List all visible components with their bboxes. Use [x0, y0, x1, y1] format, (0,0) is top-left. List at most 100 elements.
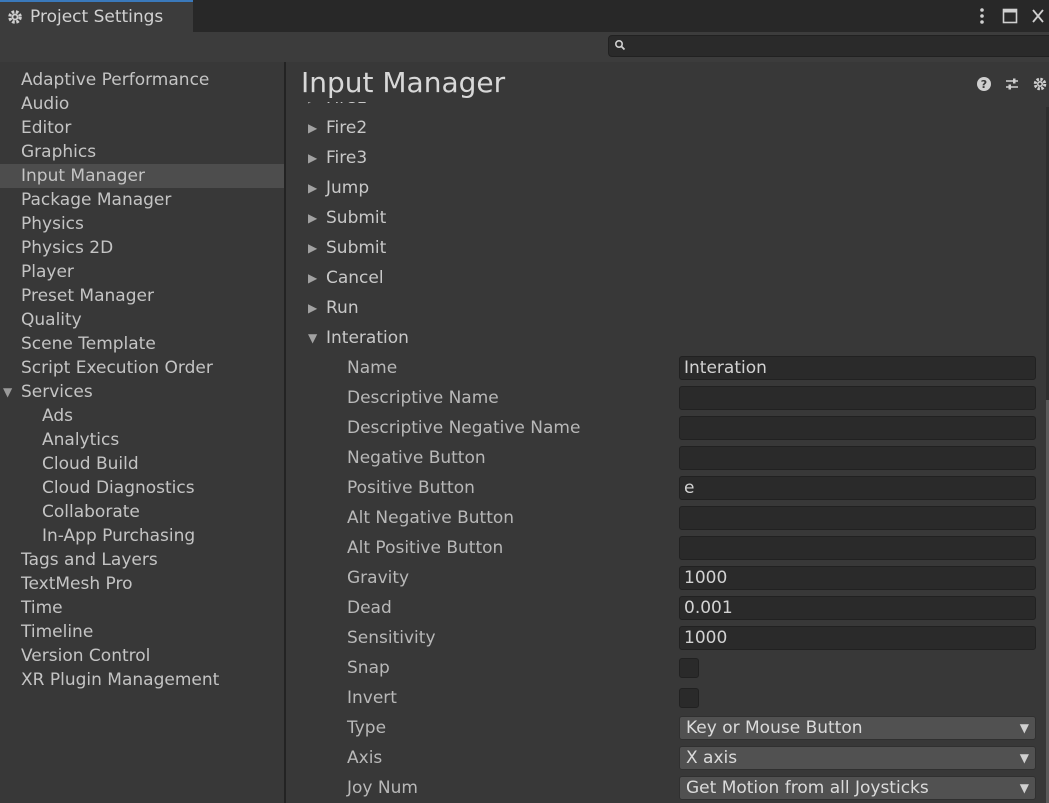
triangle-down-icon[interactable]: ▼: [308, 326, 317, 350]
sidebar-item-label: Script Execution Order: [21, 358, 213, 378]
sidebar-item-physics[interactable]: Physics: [0, 212, 284, 236]
sidebar-item-services[interactable]: ▼ Services: [0, 380, 284, 404]
axis-label: Run: [326, 298, 359, 318]
more-icon[interactable]: [973, 6, 991, 26]
axis-label: Submit: [326, 208, 387, 228]
sidebar-item-collaborate[interactable]: Collaborate: [0, 500, 284, 524]
sidebar-item-cloud-build[interactable]: Cloud Build: [0, 452, 284, 476]
sidebar-item-cloud-diagnostics[interactable]: Cloud Diagnostics: [0, 476, 284, 500]
sidebar-item-label: Tags and Layers: [21, 550, 158, 570]
triangle-right-icon[interactable]: ▶: [308, 236, 317, 260]
type-dropdown[interactable]: Key or Mouse Button ▼: [679, 716, 1036, 740]
axis-foldout[interactable]: ▶ Submit: [308, 236, 387, 260]
axis-label: Submit: [326, 238, 387, 258]
axis-foldout[interactable]: ▶ Fire3: [308, 146, 367, 170]
triangle-right-icon[interactable]: ▶: [308, 146, 317, 170]
negative-button-label: Negative Button: [347, 448, 486, 468]
sidebar-item-input-manager[interactable]: Input Manager: [0, 164, 284, 188]
type-value: Key or Mouse Button: [686, 718, 863, 738]
sidebar-item-version-control[interactable]: Version Control: [0, 644, 284, 668]
dead-label: Dead: [347, 598, 392, 618]
sidebar-item-timeline[interactable]: Timeline: [0, 620, 284, 644]
presets-icon[interactable]: [1003, 75, 1021, 93]
joy-num-value: Get Motion from all Joysticks: [686, 778, 929, 798]
sidebar-item-audio[interactable]: Audio: [0, 92, 284, 116]
triangle-right-icon[interactable]: ▶: [308, 206, 317, 230]
settings-icon[interactable]: [1031, 75, 1049, 93]
axis-label: Cancel: [326, 268, 384, 288]
sidebar-item-editor[interactable]: Editor: [0, 116, 284, 140]
positive-button-field[interactable]: e: [679, 476, 1036, 500]
sidebar-item-graphics[interactable]: Graphics: [0, 140, 284, 164]
triangle-right-icon[interactable]: ▶: [308, 296, 317, 320]
sidebar-item-adaptive-performance[interactable]: Adaptive Performance: [0, 68, 284, 92]
sidebar-item-in-app-purchasing[interactable]: In-App Purchasing: [0, 524, 284, 548]
joy-num-label: Joy Num: [347, 778, 418, 798]
sidebar-item-analytics[interactable]: Analytics: [0, 428, 284, 452]
sidebar-item-label: Time: [21, 598, 63, 618]
sidebar-item-label: Editor: [21, 118, 72, 138]
gravity-field[interactable]: 1000: [679, 566, 1036, 590]
name-field[interactable]: Interation: [679, 356, 1036, 380]
sidebar-item-xr-plugin-management[interactable]: XR Plugin Management: [0, 668, 284, 692]
sidebar-item-player[interactable]: Player: [0, 260, 284, 284]
sidebar-item-label: Physics 2D: [21, 238, 114, 258]
sidebar-item-label: Collaborate: [42, 502, 140, 522]
negative-button-field[interactable]: [679, 446, 1036, 470]
sidebar-item-label: Ads: [42, 406, 73, 426]
maximize-icon[interactable]: [1001, 6, 1019, 26]
sidebar-item-textmesh-pro[interactable]: TextMesh Pro: [0, 572, 284, 596]
dropdown-arrow-icon: ▼: [1019, 751, 1029, 765]
alt-negative-button-label: Alt Negative Button: [347, 508, 515, 528]
sidebar-item-label: Graphics: [21, 142, 97, 162]
foldout-arrow-icon[interactable]: ▼: [3, 380, 12, 404]
sidebar-item-package-manager[interactable]: Package Manager: [0, 188, 284, 212]
svg-text:?: ?: [981, 78, 987, 91]
search-field[interactable]: [608, 35, 1049, 57]
sidebar-item-script-execution-order[interactable]: Script Execution Order: [0, 356, 284, 380]
triangle-right-icon[interactable]: ▶: [308, 176, 317, 200]
project-settings-tab[interactable]: Project Settings: [0, 0, 193, 32]
sidebar-item-ads[interactable]: Ads: [0, 404, 284, 428]
sidebar-item-physics-2d[interactable]: Physics 2D: [0, 236, 284, 260]
sidebar-item-label: Adaptive Performance: [21, 70, 210, 90]
axis-foldout[interactable]: ▶ Jump: [308, 176, 369, 200]
sidebar-item-label: Player: [21, 262, 74, 282]
joy-num-dropdown[interactable]: Get Motion from all Joysticks ▼: [679, 776, 1036, 800]
axis-foldout[interactable]: ▶ Fire2: [308, 116, 367, 140]
title-bar: Project Settings: [0, 0, 1049, 32]
axis-foldout[interactable]: ▶ Submit: [308, 206, 387, 230]
snap-checkbox[interactable]: [679, 658, 699, 678]
sidebar-item-quality[interactable]: Quality: [0, 308, 284, 332]
sidebar-item-label: Package Manager: [21, 190, 172, 210]
axis-foldout[interactable]: ▶ Run: [308, 296, 359, 320]
axis-foldout[interactable]: ▶ Cancel: [308, 266, 384, 290]
sensitivity-label: Sensitivity: [347, 628, 436, 648]
sidebar-item-scene-template[interactable]: Scene Template: [0, 332, 284, 356]
header-icons: ?: [975, 75, 1049, 93]
dead-field[interactable]: 0.001: [679, 596, 1036, 620]
close-icon[interactable]: [1029, 6, 1047, 26]
sidebar-item-label: TextMesh Pro: [21, 574, 133, 594]
descriptive-negative-name-field[interactable]: [679, 416, 1036, 440]
descriptive-name-field[interactable]: [679, 386, 1036, 410]
settings-sidebar: Adaptive Performance Audio Editor Graphics I…: [0, 62, 284, 803]
triangle-right-icon[interactable]: ▶: [308, 266, 317, 290]
sensitivity-field[interactable]: 1000: [679, 626, 1036, 650]
axis-foldout[interactable]: ▼ Interation: [308, 326, 409, 350]
sidebar-item-preset-manager[interactable]: Preset Manager: [0, 284, 284, 308]
window-buttons: [973, 0, 1049, 32]
sidebar-item-label: XR Plugin Management: [21, 670, 220, 690]
invert-checkbox[interactable]: [679, 688, 699, 708]
help-icon[interactable]: ?: [975, 75, 993, 93]
sidebar-item-label: Timeline: [21, 622, 94, 642]
alt-positive-button-field[interactable]: [679, 536, 1036, 560]
sidebar-item-tags-and-layers[interactable]: Tags and Layers: [0, 548, 284, 572]
triangle-right-icon[interactable]: ▶: [308, 116, 317, 140]
sidebar-item-label: Services: [21, 382, 93, 402]
sidebar-item-time[interactable]: Time: [0, 596, 284, 620]
page-title: Input Manager: [301, 66, 516, 99]
axis-dropdown[interactable]: X axis ▼: [679, 746, 1036, 770]
alt-negative-button-field[interactable]: [679, 506, 1036, 530]
sidebar-item-label: Preset Manager: [21, 286, 154, 306]
